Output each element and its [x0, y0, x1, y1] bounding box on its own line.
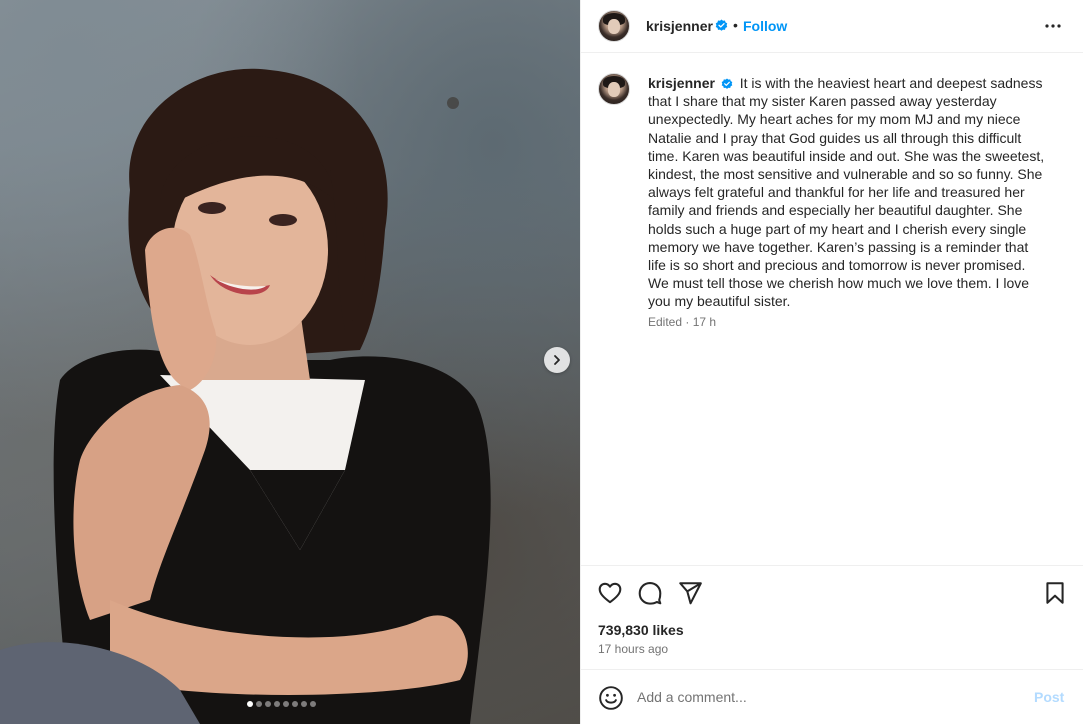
caption-username[interactable]: krisjenner: [648, 75, 715, 91]
next-photo-button[interactable]: [544, 347, 570, 373]
follow-button[interactable]: Follow: [743, 18, 787, 34]
carousel-dot: [274, 701, 280, 707]
caption-text: It is with the heaviest heart and deepes…: [648, 75, 1045, 310]
post-media[interactable]: [0, 0, 580, 724]
emoji-icon[interactable]: [598, 685, 624, 711]
post-photo: [0, 68, 491, 724]
heart-icon[interactable]: [597, 580, 623, 606]
likes-count[interactable]: 739,830 likes: [598, 622, 684, 638]
bookmark-icon[interactable]: [1042, 580, 1068, 606]
post-timestamp[interactable]: 17 hours ago: [598, 642, 668, 656]
carousel-dot: [265, 701, 271, 707]
verified-badge-icon: [721, 78, 733, 90]
comment-icon[interactable]: [637, 580, 663, 606]
header-username[interactable]: krisjenner: [646, 18, 713, 34]
carousel-dot: [247, 701, 253, 707]
caption: krisjenner It is with the heaviest heart…: [648, 74, 1048, 311]
verified-badge-icon: [715, 19, 728, 31]
post-side-panel: krisjenner • Follow krisjenner It is wit…: [580, 0, 1083, 724]
caption-meta: Edited · 17 h: [648, 315, 717, 329]
comment-input[interactable]: [637, 687, 1017, 707]
post-comment-button[interactable]: Post: [1034, 689, 1064, 705]
header-separator: •: [733, 17, 738, 33]
comment-bar: Post: [581, 669, 1083, 724]
share-icon[interactable]: [677, 580, 703, 606]
avatar[interactable]: [598, 10, 630, 42]
post-header: krisjenner • Follow: [581, 0, 1083, 53]
carousel-indicator: [247, 701, 316, 707]
caption-section: krisjenner It is with the heaviest heart…: [581, 53, 1083, 565]
caption-avatar[interactable]: [598, 73, 630, 105]
chevron-right-icon: [554, 355, 560, 365]
post-actions: 739,830 likes 17 hours ago: [581, 565, 1083, 669]
carousel-dot: [256, 701, 262, 707]
carousel-dot: [301, 701, 307, 707]
carousel-dot: [283, 701, 289, 707]
carousel-dot: [292, 701, 298, 707]
carousel-dot: [310, 701, 316, 707]
more-options-icon[interactable]: [1043, 18, 1063, 34]
